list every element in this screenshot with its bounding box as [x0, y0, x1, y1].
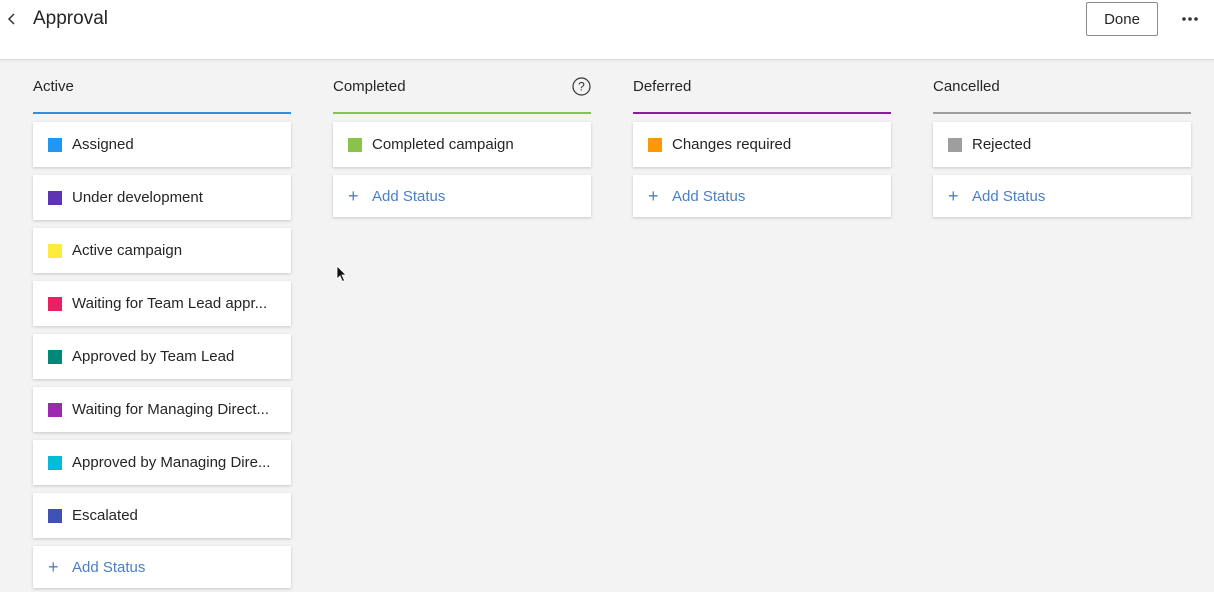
- status-color-swatch: [348, 137, 362, 152]
- status-color-swatch: [48, 508, 62, 523]
- status-label: Escalated: [72, 507, 138, 524]
- column-header: Active: [33, 70, 291, 114]
- status-label: Approved by Team Lead: [72, 348, 235, 365]
- column-active: Active Assigned Under development Active ca…: [33, 70, 291, 588]
- status-label: Assigned: [72, 136, 134, 153]
- add-status-button[interactable]: + Add Status: [33, 546, 291, 588]
- status-color-swatch: [48, 455, 62, 470]
- plus-icon: +: [348, 186, 359, 206]
- chevron-left-icon: [7, 13, 15, 25]
- top-bar: Approval Done: [0, 0, 1214, 60]
- add-status-label: Add Status: [72, 558, 146, 576]
- status-card[interactable]: Approved by Managing Dire...: [33, 440, 291, 485]
- plus-icon: +: [948, 186, 959, 206]
- add-status-button[interactable]: + Add Status: [633, 175, 891, 217]
- add-status-button[interactable]: + Add Status: [933, 175, 1191, 217]
- page-title: Approval: [33, 8, 108, 29]
- status-label: Waiting for Team Lead appr...: [72, 295, 268, 312]
- column-header: Cancelled: [933, 70, 1191, 114]
- add-status-button[interactable]: + Add Status: [333, 175, 591, 217]
- status-card[interactable]: Escalated: [33, 493, 291, 538]
- status-card[interactable]: Changes required: [633, 122, 891, 167]
- status-color-swatch: [48, 137, 62, 152]
- done-button[interactable]: Done: [1086, 2, 1158, 36]
- ellipsis-icon: [1182, 17, 1198, 21]
- more-options-button[interactable]: [1178, 8, 1202, 30]
- status-color-swatch: [48, 296, 62, 311]
- column-completed: Completed? Completed campaign + Add Status: [333, 70, 591, 217]
- status-card[interactable]: Waiting for Managing Direct...: [33, 387, 291, 432]
- status-label: Rejected: [972, 136, 1032, 153]
- status-card[interactable]: Rejected: [933, 122, 1191, 167]
- status-card[interactable]: Assigned: [33, 122, 291, 167]
- plus-icon: +: [48, 557, 59, 577]
- status-card[interactable]: Approved by Team Lead: [33, 334, 291, 379]
- column-header: Deferred: [633, 70, 891, 114]
- column-title: Active: [33, 78, 74, 95]
- question-circle-icon[interactable]: ?: [572, 77, 591, 96]
- add-status-label: Add Status: [672, 187, 746, 205]
- status-label: Completed campaign: [372, 136, 514, 153]
- status-label: Changes required: [672, 136, 792, 153]
- svg-text:?: ?: [578, 80, 585, 94]
- status-label: Approved by Managing Dire...: [72, 454, 271, 471]
- status-color-swatch: [48, 349, 62, 364]
- plus-icon: +: [648, 186, 659, 206]
- add-status-label: Add Status: [972, 187, 1046, 205]
- status-card[interactable]: Completed campaign: [333, 122, 591, 167]
- status-label: Active campaign: [72, 242, 183, 259]
- column-deferred: Deferred Changes required + Add Status: [633, 70, 891, 217]
- status-color-swatch: [948, 137, 962, 152]
- status-color-swatch: [48, 190, 62, 205]
- column-cancelled: Cancelled Rejected + Add Status: [933, 70, 1191, 217]
- status-color-swatch: [648, 137, 662, 152]
- column-title: Deferred: [633, 78, 692, 95]
- status-color-swatch: [48, 402, 62, 417]
- column-title: Cancelled: [933, 78, 1000, 95]
- status-label: Under development: [72, 189, 203, 206]
- column-header: Completed?: [333, 70, 591, 114]
- status-card[interactable]: Waiting for Team Lead appr...: [33, 281, 291, 326]
- column-title: Completed: [333, 78, 406, 95]
- mouse-cursor-icon: [336, 265, 347, 283]
- status-card[interactable]: Active campaign: [33, 228, 291, 273]
- status-card[interactable]: Under development: [33, 175, 291, 220]
- status-label: Waiting for Managing Direct...: [72, 401, 270, 418]
- back-button[interactable]: [2, 8, 22, 30]
- add-status-label: Add Status: [372, 187, 446, 205]
- status-color-swatch: [48, 243, 62, 258]
